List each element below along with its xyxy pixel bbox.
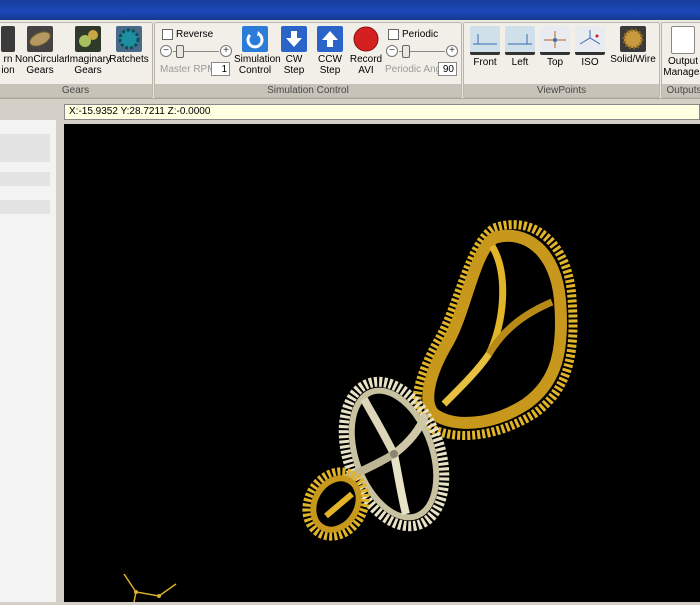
title-bar — [0, 0, 700, 20]
ccw-step-button[interactable]: CCW Step — [314, 26, 346, 76]
ratchets-button[interactable]: Ratchets — [109, 26, 149, 65]
angle-plus-icon[interactable]: + — [446, 45, 458, 57]
large-noncircular-gear — [412, 220, 578, 440]
simulation-control-icon — [242, 26, 268, 52]
simulation-group-caption: Simulation Control — [155, 84, 461, 97]
periodic-ang-input[interactable]: 90 — [438, 62, 457, 76]
gears-group: rn ion NonCircular Gears Imaginary Gears… — [0, 22, 153, 98]
periodic-angle-slider[interactable]: − + — [386, 45, 458, 59]
periodic-checkbox[interactable]: Periodic — [388, 29, 438, 40]
periodic-checkbox-box[interactable] — [388, 29, 399, 40]
simulation-control-label: Simulation — [234, 54, 281, 65]
noncircular-label: NonCircular — [15, 54, 68, 65]
left-panel-row[interactable] — [0, 200, 50, 214]
cw-step-button[interactable]: CW Step — [278, 26, 310, 76]
manager-label: Manager — [663, 67, 700, 78]
iso-view-icon — [575, 26, 605, 55]
output-manager-button[interactable]: Output Manager — [662, 26, 700, 78]
angle-minus-icon[interactable]: − — [386, 45, 398, 57]
viewpoints-group: Front Left Top ISO Solid/Wire ViewPoints — [463, 22, 660, 98]
top-view-icon — [540, 26, 570, 55]
record-label: Record — [349, 54, 383, 65]
panel-splitter[interactable] — [56, 120, 64, 602]
imaginary-gear-icon — [75, 26, 101, 52]
solid-wire-icon — [620, 26, 646, 52]
pale-center-gear — [338, 376, 450, 532]
noncircular-gear-icon — [27, 26, 53, 52]
front-label: Front — [473, 57, 497, 68]
periodic-label: Periodic — [402, 29, 439, 41]
noncircular-gears-button[interactable]: NonCircular Gears — [15, 26, 68, 76]
output-label: Output — [667, 56, 699, 67]
left-view-button[interactable]: Left — [502, 26, 538, 68]
ratchet-icon — [116, 26, 142, 52]
record-icon — [353, 26, 379, 52]
top-label: Top — [546, 57, 564, 68]
outputs-group: Output Manager Outputs — [661, 22, 700, 98]
front-view-button[interactable]: Front — [467, 26, 503, 68]
gears-group-caption: Gears — [0, 84, 152, 97]
left-panel-row[interactable] — [0, 172, 50, 186]
reverse-checkbox[interactable]: Reverse — [162, 29, 213, 40]
rpm-slider-thumb[interactable] — [176, 45, 184, 58]
ribbon-toolbar: rn ion NonCircular Gears Imaginary Gears… — [0, 20, 700, 99]
ratchets-label: Ratchets — [109, 54, 149, 65]
imaginary-gears-button[interactable]: Imaginary Gears — [67, 26, 111, 76]
axis-triad — [123, 573, 177, 603]
reverse-checkbox-box[interactable] — [162, 29, 173, 40]
solid-wire-button[interactable]: Solid/Wire — [609, 26, 657, 65]
left-view-icon — [505, 26, 535, 55]
left-label: Left — [511, 57, 529, 68]
cw-step-icon — [281, 26, 307, 52]
gear-scene — [123, 220, 578, 603]
output-manager-icon — [671, 26, 695, 54]
reverse-label: Reverse — [176, 29, 214, 41]
front-view-icon — [470, 26, 500, 55]
ccw-step-label2: Step — [319, 65, 341, 76]
solid-wire-label: Solid/Wire — [610, 54, 656, 65]
worm-gear-icon — [1, 26, 15, 52]
rpm-plus-icon[interactable]: + — [220, 45, 232, 57]
angle-slider-thumb[interactable] — [402, 45, 410, 58]
record-label2: AVI — [358, 65, 374, 76]
ccw-step-label: CCW — [318, 54, 342, 65]
top-view-button[interactable]: Top — [537, 26, 573, 68]
periodic-ang-label: Periodic Ang — [385, 64, 442, 75]
viewpoints-group-caption: ViewPoints — [464, 84, 659, 97]
iso-label: ISO — [581, 57, 599, 68]
iso-view-button[interactable]: ISO — [572, 26, 608, 68]
left-panel[interactable] — [0, 120, 57, 602]
simulation-control-button[interactable]: Simulation Control — [234, 26, 281, 76]
simulation-control-label2: Control — [238, 65, 272, 76]
imaginary-label: Imaginary — [67, 54, 111, 65]
noncircular-label2: Gears — [26, 65, 54, 76]
rpm-minus-icon[interactable]: − — [160, 45, 172, 57]
left-panel-row[interactable] — [0, 134, 50, 162]
cw-step-label: CW — [285, 54, 303, 65]
master-rpm-input[interactable]: 1 — [211, 62, 230, 76]
outputs-group-caption: Outputs — [662, 84, 700, 97]
ccw-step-icon — [317, 26, 343, 52]
cw-step-label2: Step — [283, 65, 305, 76]
imaginary-label2: Gears — [74, 65, 102, 76]
master-rpm-slider[interactable]: − + — [160, 45, 232, 59]
master-rpm-label: Master RPM — [160, 64, 216, 75]
simulation-control-group: Reverse − + Master RPM 1 Simulation Cont… — [154, 22, 462, 98]
record-avi-button[interactable]: Record AVI — [349, 26, 383, 76]
coordinate-readout: X:-15.9352 Y:28.7211 Z:-0.0000 — [64, 104, 700, 120]
3d-viewport[interactable] — [64, 124, 700, 603]
